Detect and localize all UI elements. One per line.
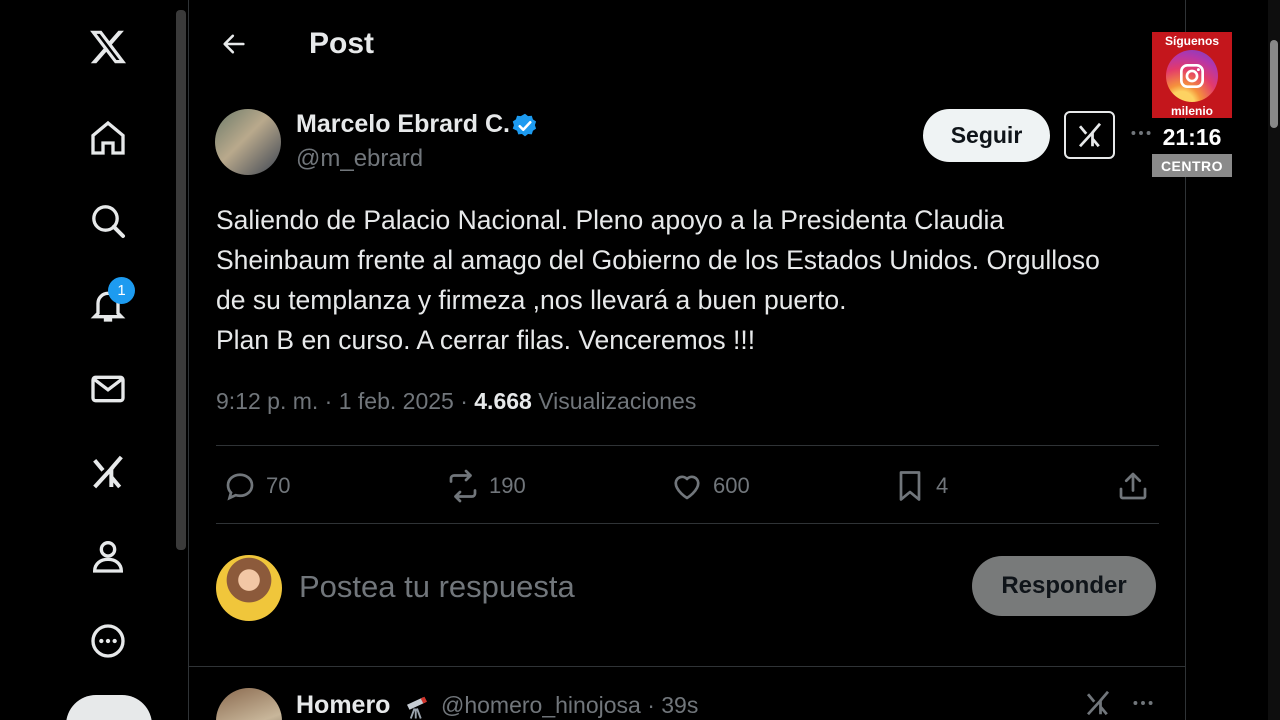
next-post-author-name[interactable]: Homero <box>296 691 390 720</box>
more-circle-icon[interactable] <box>84 617 132 665</box>
scrollbar-thumb[interactable] <box>1270 40 1278 128</box>
follow-us-text: Síguenos <box>1164 34 1219 48</box>
more-options-icon[interactable] <box>1128 690 1158 716</box>
post-text-line: Sheinbaum frente al amago del Gobierno d… <box>216 245 1100 275</box>
instagram-promo: Síguenos milenio <box>1152 32 1232 118</box>
post-text-line: Saliendo de Palacio Nacional. Pleno apoy… <box>216 205 1005 235</box>
post-timestamp[interactable]: 9:12 p. m. · 1 feb. 2025 · <box>216 388 474 414</box>
like-action[interactable]: 600 <box>669 466 750 506</box>
repost-count: 190 <box>489 473 526 498</box>
reply-input[interactable] <box>299 566 939 608</box>
reply-action[interactable]: 70 <box>222 466 290 506</box>
share-icon <box>1119 472 1147 500</box>
divider <box>189 666 1185 667</box>
brand-name: milenio <box>1170 104 1213 118</box>
author-avatar[interactable] <box>215 109 281 175</box>
left-scrollbar[interactable] <box>176 10 186 550</box>
post-text: Saliendo de Palacio Nacional. Pleno apoy… <box>216 200 1166 360</box>
follow-button[interactable]: Seguir <box>923 109 1050 162</box>
divider <box>216 445 1159 446</box>
post-text-line: Plan B en curso. A cerrar filas. Vencere… <box>216 325 756 355</box>
current-user-avatar[interactable] <box>216 555 282 621</box>
like-count: 600 <box>713 473 750 498</box>
grok-button[interactable] <box>1064 111 1115 159</box>
reply-count: 70 <box>266 473 291 498</box>
reply-icon <box>226 473 254 501</box>
grok-icon[interactable] <box>1083 688 1113 718</box>
share-action[interactable] <box>1115 466 1151 506</box>
more-options-icon[interactable] <box>1128 120 1154 150</box>
reply-button[interactable]: Responder <box>972 556 1156 616</box>
author-name[interactable]: Marcelo Ebrard C. <box>296 110 510 139</box>
repost-icon <box>449 469 477 503</box>
telescope-icon <box>402 690 432 720</box>
author-handle[interactable]: @m_ebrard <box>296 145 423 173</box>
verified-badge-icon <box>511 112 539 140</box>
x-logo-icon[interactable] <box>84 23 132 71</box>
back-arrow-icon[interactable] <box>218 26 250 62</box>
broadcast-clock: 21:16 <box>1152 120 1232 154</box>
instagram-icon <box>1166 50 1218 102</box>
mail-icon[interactable] <box>84 365 132 413</box>
bookmark-icon <box>899 471 921 501</box>
views-count: 4.668 <box>474 388 532 414</box>
profile-icon[interactable] <box>84 532 132 580</box>
left-navigation: 1 <box>0 0 176 720</box>
time-zone-label: CENTRO <box>1152 154 1232 177</box>
views-label: Visualizaciones <box>531 388 697 414</box>
search-icon[interactable] <box>84 197 132 245</box>
notification-badge: 1 <box>108 277 135 304</box>
divider <box>216 523 1159 524</box>
home-icon[interactable] <box>84 114 132 162</box>
next-post-handle-time[interactable]: @homero_hinojosa · 39s <box>441 692 698 719</box>
bookmark-action[interactable]: 4 <box>892 466 948 506</box>
bookmark-count: 4 <box>936 473 949 498</box>
post-text-line: de su templanza y firmeza ,nos llevará a… <box>216 285 847 315</box>
post-metadata: 9:12 p. m. · 1 feb. 2025 · 4.668 Visuali… <box>216 388 696 415</box>
grok-icon[interactable] <box>84 448 132 496</box>
page-title: Post <box>309 27 375 60</box>
repost-action[interactable]: 190 <box>445 466 526 506</box>
heart-icon <box>674 475 700 500</box>
compose-post-button[interactable] <box>66 695 152 720</box>
